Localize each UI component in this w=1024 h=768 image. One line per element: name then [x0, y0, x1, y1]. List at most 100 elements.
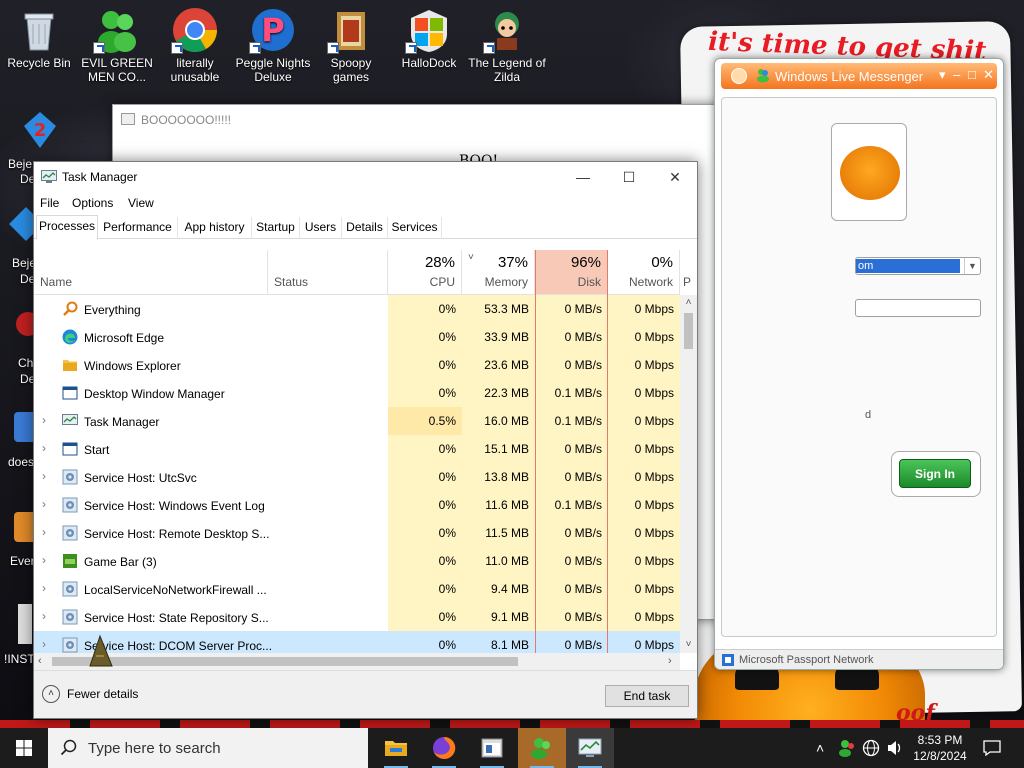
magnifier-icon: [62, 301, 78, 317]
chevron-up-icon[interactable]: ˄: [816, 740, 824, 756]
horizontal-scrollbar[interactable]: ‹ ›: [34, 653, 680, 670]
table-row[interactable]: › Service Host: Remote Desktop S... 0% 11.5…: [34, 519, 680, 547]
process-cpu: 0%: [388, 379, 462, 407]
table-row[interactable]: › Service Host: State Repository S... 0% 9.…: [34, 603, 680, 631]
table-row[interactable]: Microsoft Edge 0% 33.9 MB 0 MB/s 0 Mbps: [34, 323, 680, 351]
scroll-thumb[interactable]: [52, 657, 518, 666]
sign-in-button[interactable]: Sign In: [899, 459, 971, 488]
menu-dropdown-icon[interactable]: ▾: [939, 67, 946, 83]
messenger-tray-icon[interactable]: [838, 739, 856, 757]
menu-view[interactable]: View: [128, 196, 154, 210]
chevron-right-icon[interactable]: ›: [668, 655, 672, 667]
table-row[interactable]: Desktop Window Manager 0% 22.3 MB 0.1 MB/s 0…: [34, 379, 680, 407]
table-row[interactable]: › Start 0% 15.1 MB 0 MB/s 0 Mbps: [34, 435, 680, 463]
table-row[interactable]: › Task Manager 0.5% 16.0 MB 0.1 MB/s 0 Mbps: [34, 407, 680, 435]
taskbar-messenger[interactable]: [518, 728, 566, 768]
process-disk: 0.1 MB/s: [535, 407, 608, 435]
table-row[interactable]: › Service Host: Windows Event Log 0% 11.6 M…: [34, 491, 680, 519]
desktop-icon-recycle-bin[interactable]: Recycle Bin: [0, 0, 78, 70]
clock[interactable]: 8:53 PM 12/8/2024: [908, 732, 972, 764]
start-button[interactable]: [0, 728, 48, 768]
chevron-up-icon[interactable]: ˄: [680, 297, 697, 308]
chevron-down-icon[interactable]: ▼: [964, 258, 980, 274]
close-icon[interactable]: ✕: [652, 162, 698, 192]
column-cpu[interactable]: 28% CPU: [388, 250, 462, 294]
minimize-icon[interactable]: –: [953, 67, 960, 82]
expand-chevron-icon[interactable]: ›: [42, 581, 46, 595]
fewer-details-link[interactable]: Fewer details: [67, 687, 138, 701]
column-memory[interactable]: ˅ 37% Memory: [462, 250, 535, 294]
tab-services[interactable]: Services: [388, 217, 442, 239]
desktop-icon-peggle[interactable]: P Peggle Nights Deluxe: [234, 0, 312, 84]
tab-details[interactable]: Details: [342, 217, 388, 239]
messenger-window[interactable]: Windows Live Messenger ▾ – □ ✕ om ▼ d Si…: [714, 58, 1004, 670]
install-icon[interactable]: [18, 604, 32, 644]
messenger-title: Windows Live Messenger: [775, 69, 924, 84]
process-memory: 33.9 MB: [462, 323, 535, 351]
scroll-thumb[interactable]: [684, 313, 693, 349]
tab-startup[interactable]: Startup: [252, 217, 300, 239]
expand-chevron-icon[interactable]: ›: [42, 525, 46, 539]
column-name[interactable]: Name: [34, 250, 268, 294]
table-row[interactable]: › Game Bar (3) 0% 11.0 MB 0 MB/s 0 Mbps: [34, 547, 680, 575]
taskbar-file-explorer[interactable]: [372, 728, 420, 768]
expand-chevron-icon[interactable]: ›: [42, 469, 46, 483]
back-icon[interactable]: [731, 68, 747, 84]
task-manager-titlebar[interactable]: Task Manager — ☐ ✕: [34, 162, 697, 192]
tab-app-history[interactable]: App history: [178, 217, 252, 239]
expand-chevron-icon[interactable]: ›: [42, 497, 46, 511]
column-power[interactable]: P: [680, 250, 697, 294]
process-network: 0 Mbps: [608, 603, 680, 631]
window-icon: [481, 738, 503, 758]
expand-chevron-icon[interactable]: ›: [42, 553, 46, 567]
speaker-icon[interactable]: [886, 739, 904, 757]
chevron-down-icon[interactable]: ˅: [680, 639, 697, 650]
display-picture[interactable]: [831, 123, 907, 221]
globe-icon[interactable]: [862, 739, 880, 757]
desktop-icon-evil-green-men[interactable]: EVIL GREEN MEN CO...: [78, 0, 156, 84]
email-field[interactable]: om ▼: [855, 257, 981, 275]
messenger-titlebar[interactable]: Windows Live Messenger ▾ – □ ✕: [721, 63, 997, 89]
messenger-logo-icon: [755, 67, 771, 83]
expand-chevron-icon[interactable]: ›: [42, 413, 46, 427]
table-row[interactable]: Windows Explorer 0% 23.6 MB 0 MB/s 0 Mbps: [34, 351, 680, 379]
menu-file[interactable]: File: [40, 196, 59, 210]
expand-chevron-icon[interactable]: ›: [42, 441, 46, 455]
tab-performance[interactable]: Performance: [98, 217, 178, 239]
task-manager-window[interactable]: Task Manager — ☐ ✕ File Options View Pro…: [33, 161, 698, 719]
column-network[interactable]: 0% Network: [608, 250, 680, 294]
expand-chevron-icon[interactable]: ›: [42, 637, 46, 651]
maximize-icon[interactable]: ☐: [606, 162, 652, 192]
minimize-icon[interactable]: —: [560, 162, 606, 192]
menu-options[interactable]: Options: [72, 196, 113, 210]
password-field[interactable]: [855, 299, 981, 317]
messenger-footer: Microsoft Passport Network: [715, 649, 1003, 669]
tab-users[interactable]: Users: [300, 217, 342, 239]
column-status[interactable]: Status: [268, 250, 388, 294]
expand-chevron-icon[interactable]: ›: [42, 609, 46, 623]
table-row[interactable]: › Service Host: UtcSvc 0% 13.8 MB 0 MB/s 0 Mb…: [34, 463, 680, 491]
taskbar-firefox[interactable]: [420, 728, 468, 768]
end-task-button[interactable]: End task: [605, 685, 689, 707]
search-box[interactable]: Type here to search: [48, 728, 368, 768]
taskbar-task-manager[interactable]: [566, 728, 614, 768]
vertical-scrollbar[interactable]: ˄ ˅: [680, 295, 697, 653]
chevron-up-circle-icon[interactable]: ˄: [42, 685, 60, 703]
column-disk[interactable]: 96% Disk: [535, 250, 608, 294]
maximize-icon[interactable]: □: [968, 67, 976, 82]
table-row[interactable]: Everything 0% 53.3 MB 0 MB/s 0 Mbps: [34, 295, 680, 323]
bejeweled-icon[interactable]: 2: [20, 110, 60, 150]
chevron-left-icon[interactable]: ‹: [38, 655, 42, 667]
desktop-icon-spoopy-games[interactable]: Spoopy games: [312, 0, 390, 84]
tab-processes[interactable]: Processes: [36, 215, 98, 240]
desktop-icon-legend-of-zilda[interactable]: The Legend of Zilda: [468, 0, 546, 84]
desktop-icon-hallodock[interactable]: HalloDock: [390, 0, 468, 70]
close-icon[interactable]: ✕: [983, 67, 994, 83]
table-row[interactable]: › Service Host: DCOM Server Proc... 0% 8.1 …: [34, 631, 680, 653]
search-placeholder: Type here to search: [88, 740, 221, 757]
table-row[interactable]: › LocalServiceNoNetworkFirewall ... 0% 9.4 …: [34, 575, 680, 603]
taskbar-boo-app[interactable]: [468, 728, 516, 768]
process-name: LocalServiceNoNetworkFirewall ...: [84, 583, 267, 597]
desktop-icon-literally-unusable[interactable]: literally unusable: [156, 0, 234, 84]
notification-icon[interactable]: [982, 739, 1002, 757]
